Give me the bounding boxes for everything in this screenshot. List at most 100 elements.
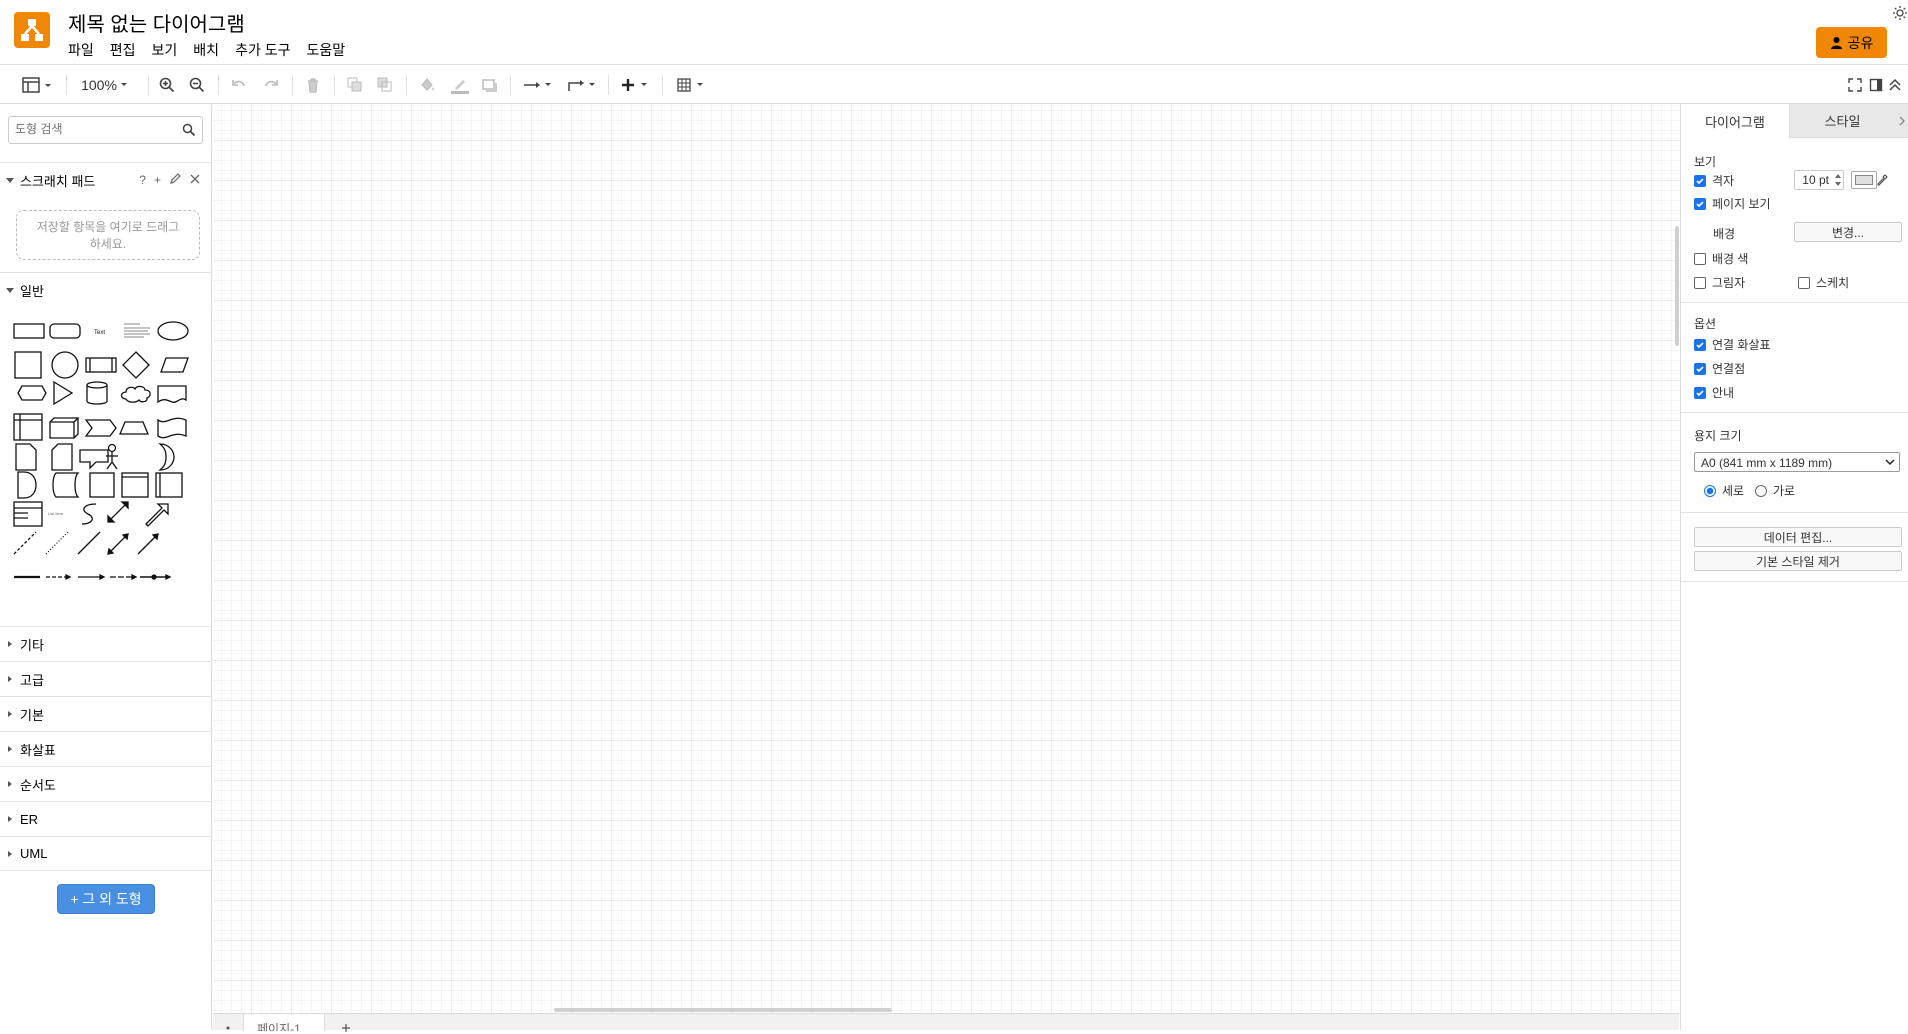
shape-search-input[interactable] xyxy=(15,122,175,136)
landscape-radio[interactable] xyxy=(1755,484,1767,497)
close-icon[interactable] xyxy=(189,173,201,185)
shadow-option[interactable]: 그림자 xyxy=(1694,274,1745,291)
vertical-scrollbar[interactable] xyxy=(1675,226,1679,346)
scratchpad-drop-area[interactable]: 저장할 항목을 여기로 드래그 하세요. xyxy=(16,210,200,260)
tab-diagram[interactable]: 다이어그램 xyxy=(1681,104,1789,138)
shape-parallelogram[interactable] xyxy=(160,357,189,373)
page-view-checkbox[interactable] xyxy=(1694,197,1706,210)
shape-hexagon[interactable] xyxy=(17,385,47,401)
shape-connector-4[interactable] xyxy=(140,573,172,581)
drawio-logo[interactable] xyxy=(14,12,50,48)
shape-internal-storage[interactable] xyxy=(13,413,43,441)
shape-curve[interactable] xyxy=(81,503,97,525)
sidebar-section-advanced[interactable]: 고급 xyxy=(0,661,211,696)
grid-option[interactable]: 격자 xyxy=(1694,172,1734,189)
shape-cloud[interactable] xyxy=(120,385,151,403)
diagram-canvas[interactable] xyxy=(213,104,1679,1013)
waypoints-select[interactable] xyxy=(566,74,598,96)
redo-button[interactable] xyxy=(262,74,280,96)
shape-square-2[interactable] xyxy=(89,472,115,498)
scratchpad-header[interactable]: 스크래치 패드 ? + xyxy=(0,162,211,197)
shape-textbox[interactable] xyxy=(124,323,150,338)
shape-list-item[interactable]: List Item xyxy=(48,511,64,516)
shape-note[interactable] xyxy=(15,443,37,471)
shape-arrow[interactable] xyxy=(145,503,169,527)
to-back-button[interactable] xyxy=(376,74,394,96)
shape-process[interactable] xyxy=(85,357,117,373)
shape-trapezoid[interactable] xyxy=(119,421,149,435)
page-view-option[interactable]: 페이지 보기 xyxy=(1694,195,1771,212)
shape-step[interactable] xyxy=(84,419,117,437)
shape-square[interactable] xyxy=(14,351,42,379)
sidebar-section-misc[interactable]: 기타 xyxy=(0,626,211,661)
fullscreen-button[interactable] xyxy=(1848,74,1862,96)
guides-checkbox[interactable] xyxy=(1694,386,1706,399)
shape-dashed-line[interactable] xyxy=(13,531,37,555)
menu-arrange[interactable]: 배치 xyxy=(185,40,227,60)
line-color-button[interactable] xyxy=(450,74,470,96)
undo-button[interactable] xyxy=(230,74,248,96)
diagram-title[interactable]: 제목 없는 다이어그램 xyxy=(68,8,245,37)
shape-tape[interactable] xyxy=(157,417,187,439)
shape-connector-3[interactable] xyxy=(110,573,138,581)
shape-rectangle[interactable] xyxy=(13,323,45,339)
menu-file[interactable]: 파일 xyxy=(68,40,102,60)
shape-rounded-rectangle[interactable] xyxy=(49,323,81,339)
shape-connector-2[interactable] xyxy=(78,573,106,581)
pages-menu-icon[interactable] xyxy=(225,1020,231,1034)
sketch-option[interactable]: 스케치 xyxy=(1798,274,1849,291)
shape-card[interactable] xyxy=(51,443,73,471)
shape-triangle[interactable] xyxy=(53,380,74,406)
insert-button[interactable] xyxy=(620,74,652,96)
menu-extras[interactable]: 추가 도구 xyxy=(227,40,298,60)
collapse-toolbar-button[interactable] xyxy=(1888,74,1902,96)
menu-view[interactable]: 보기 xyxy=(144,40,186,60)
shape-connector-1[interactable] xyxy=(46,573,72,581)
sidebar-section-uml[interactable]: UML xyxy=(0,836,211,871)
shape-container[interactable] xyxy=(155,472,183,498)
shape-cylinder[interactable] xyxy=(86,381,108,405)
shadow-button[interactable] xyxy=(480,74,498,96)
shape-ellipse[interactable] xyxy=(157,321,189,341)
horizontal-scrollbar[interactable] xyxy=(554,1008,892,1012)
shape-frame[interactable] xyxy=(121,472,149,498)
shape-cube[interactable] xyxy=(49,417,80,439)
grid-color-button[interactable] xyxy=(1851,171,1877,189)
landscape-option[interactable]: 가로 xyxy=(1755,482,1795,499)
zoom-in-button[interactable] xyxy=(158,74,176,96)
connection-arrows-checkbox[interactable] xyxy=(1694,338,1706,351)
search-icon[interactable] xyxy=(182,123,196,137)
format-toggle-button[interactable] xyxy=(1869,74,1883,96)
shape-list[interactable] xyxy=(13,501,43,527)
clear-default-style-button[interactable]: 기본 스타일 제거 xyxy=(1694,551,1902,571)
connection-arrows-option[interactable]: 연결 화살표 xyxy=(1694,336,1771,353)
zoom-out-button[interactable] xyxy=(188,74,206,96)
shape-circle[interactable] xyxy=(51,351,79,379)
tab-scroll[interactable] xyxy=(1895,104,1908,138)
portrait-option[interactable]: 세로 xyxy=(1704,482,1744,499)
grid-size-stepper-icon[interactable] xyxy=(1834,172,1842,188)
zoom-select[interactable]: 100% xyxy=(78,74,134,96)
grid-checkbox[interactable] xyxy=(1694,174,1706,187)
shape-text[interactable]: Text xyxy=(94,330,105,336)
shape-or[interactable] xyxy=(158,443,175,471)
scratchpad-add-icon[interactable]: + xyxy=(154,173,161,187)
background-color-checkbox[interactable] xyxy=(1694,252,1706,265)
shape-callout[interactable] xyxy=(79,449,109,470)
format-panel-toggle[interactable] xyxy=(20,74,56,96)
sidebar-section-arrows[interactable]: 화살표 xyxy=(0,731,211,766)
shape-bidirectional-arrow[interactable] xyxy=(107,501,129,523)
shadow-checkbox[interactable] xyxy=(1694,276,1706,289)
shape-bidirectional-connector[interactable] xyxy=(107,533,129,555)
connection-points-checkbox[interactable] xyxy=(1694,362,1706,375)
shape-delay[interactable] xyxy=(17,471,37,499)
scratchpad-help-icon[interactable]: ? xyxy=(139,173,146,187)
delete-button[interactable] xyxy=(304,74,322,96)
shape-document[interactable] xyxy=(157,385,187,404)
portrait-radio[interactable] xyxy=(1704,484,1716,497)
menu-help[interactable]: 도움말 xyxy=(298,40,353,60)
to-front-button[interactable] xyxy=(346,74,364,96)
shape-line[interactable] xyxy=(77,531,101,555)
background-color-option[interactable]: 배경 색 xyxy=(1694,250,1748,267)
shape-dotted-line[interactable] xyxy=(45,531,69,555)
